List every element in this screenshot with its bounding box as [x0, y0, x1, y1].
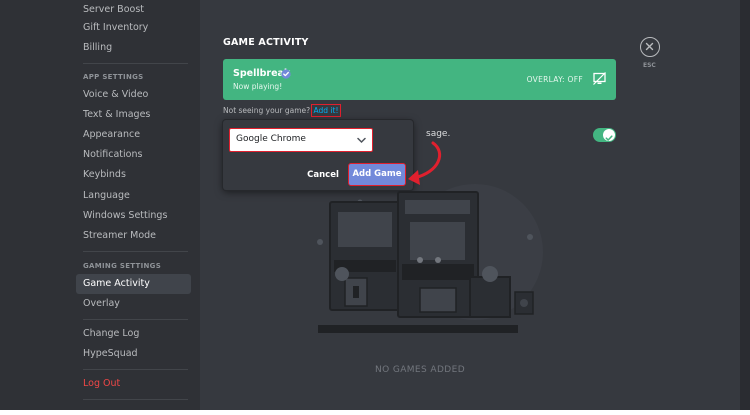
current-game-status: Now playing! — [233, 82, 283, 91]
sidebar-divider — [83, 369, 188, 370]
sidebar-item-overlay[interactable]: Overlay — [76, 294, 191, 314]
selected-game: Google Chrome — [236, 134, 306, 144]
sidebar-divider — [83, 251, 188, 252]
sidebar-item-change-log[interactable]: Change Log — [76, 324, 191, 344]
empty-state-label: NO GAMES ADDED — [374, 365, 466, 375]
overlay-status-label: OVERLAY: OFF — [526, 75, 583, 84]
gaming-settings-header: GAMING SETTINGS — [83, 262, 162, 270]
close-button[interactable] — [640, 37, 660, 57]
page-title: GAME ACTIVITY — [223, 37, 309, 48]
app-settings-header: APP SETTINGS — [83, 73, 144, 81]
status-message-text: sage. — [426, 129, 451, 139]
esc-label: ESC — [643, 62, 656, 69]
sidebar-item-game-activity[interactable]: Game Activity — [76, 274, 191, 294]
close-icon — [645, 42, 654, 51]
status-message-toggle[interactable] — [593, 128, 616, 142]
discord-settings-window: Server Boost Gift Inventory Billing APP … — [0, 0, 750, 415]
sidebar-item-server-boost[interactable]: Server Boost — [76, 0, 191, 20]
sidebar-item-appearance[interactable]: Appearance — [76, 125, 191, 145]
sidebar-item-gift-inventory[interactable]: Gift Inventory — [76, 18, 191, 38]
sidebar-item-text-images[interactable]: Text & Images — [76, 105, 191, 125]
add-it-link[interactable]: Add it! — [310, 104, 342, 117]
now-playing-card: Spellbreak Now playing! OVERLAY: OFF — [223, 59, 616, 100]
game-select-dropdown[interactable]: Google Chrome — [229, 128, 373, 152]
sidebar-item-windows-settings[interactable]: Windows Settings — [76, 206, 191, 226]
window-edge — [740, 0, 750, 410]
settings-content: GAME ACTIVITY Spellbreak Now playing! OV… — [200, 0, 740, 410]
sidebar-item-notifications[interactable]: Notifications — [76, 145, 191, 165]
checkmark-icon — [605, 135, 613, 141]
sidebar-item-hypesquad[interactable]: HypeSquad — [76, 344, 191, 364]
sidebar-item-language[interactable]: Language — [76, 186, 191, 206]
sidebar-item-voice-video[interactable]: Voice & Video — [76, 85, 191, 105]
sidebar-divider — [83, 319, 188, 320]
arcade-illustration — [317, 184, 543, 333]
chevron-down-icon — [357, 137, 366, 144]
logout-button[interactable]: Log Out — [76, 374, 191, 394]
window-bottom-edge — [0, 410, 750, 415]
hint-text: Not seeing your game? — [223, 106, 311, 115]
monitor-icon[interactable] — [593, 72, 606, 85]
sidebar-item-billing[interactable]: Billing — [76, 38, 191, 58]
add-game-popout: Google Chrome Cancel Add Game — [223, 120, 413, 190]
check-badge-icon — [281, 69, 291, 79]
sidebar-divider — [83, 63, 188, 64]
sidebar-item-streamer-mode[interactable]: Streamer Mode — [76, 226, 191, 246]
sidebar-divider — [83, 399, 188, 400]
toggle-knob — [603, 129, 615, 141]
missing-game-hint: Not seeing your game? Add it! — [223, 104, 342, 117]
settings-sidebar: Server Boost Gift Inventory Billing APP … — [0, 0, 200, 410]
sidebar-item-keybinds[interactable]: Keybinds — [76, 165, 191, 185]
